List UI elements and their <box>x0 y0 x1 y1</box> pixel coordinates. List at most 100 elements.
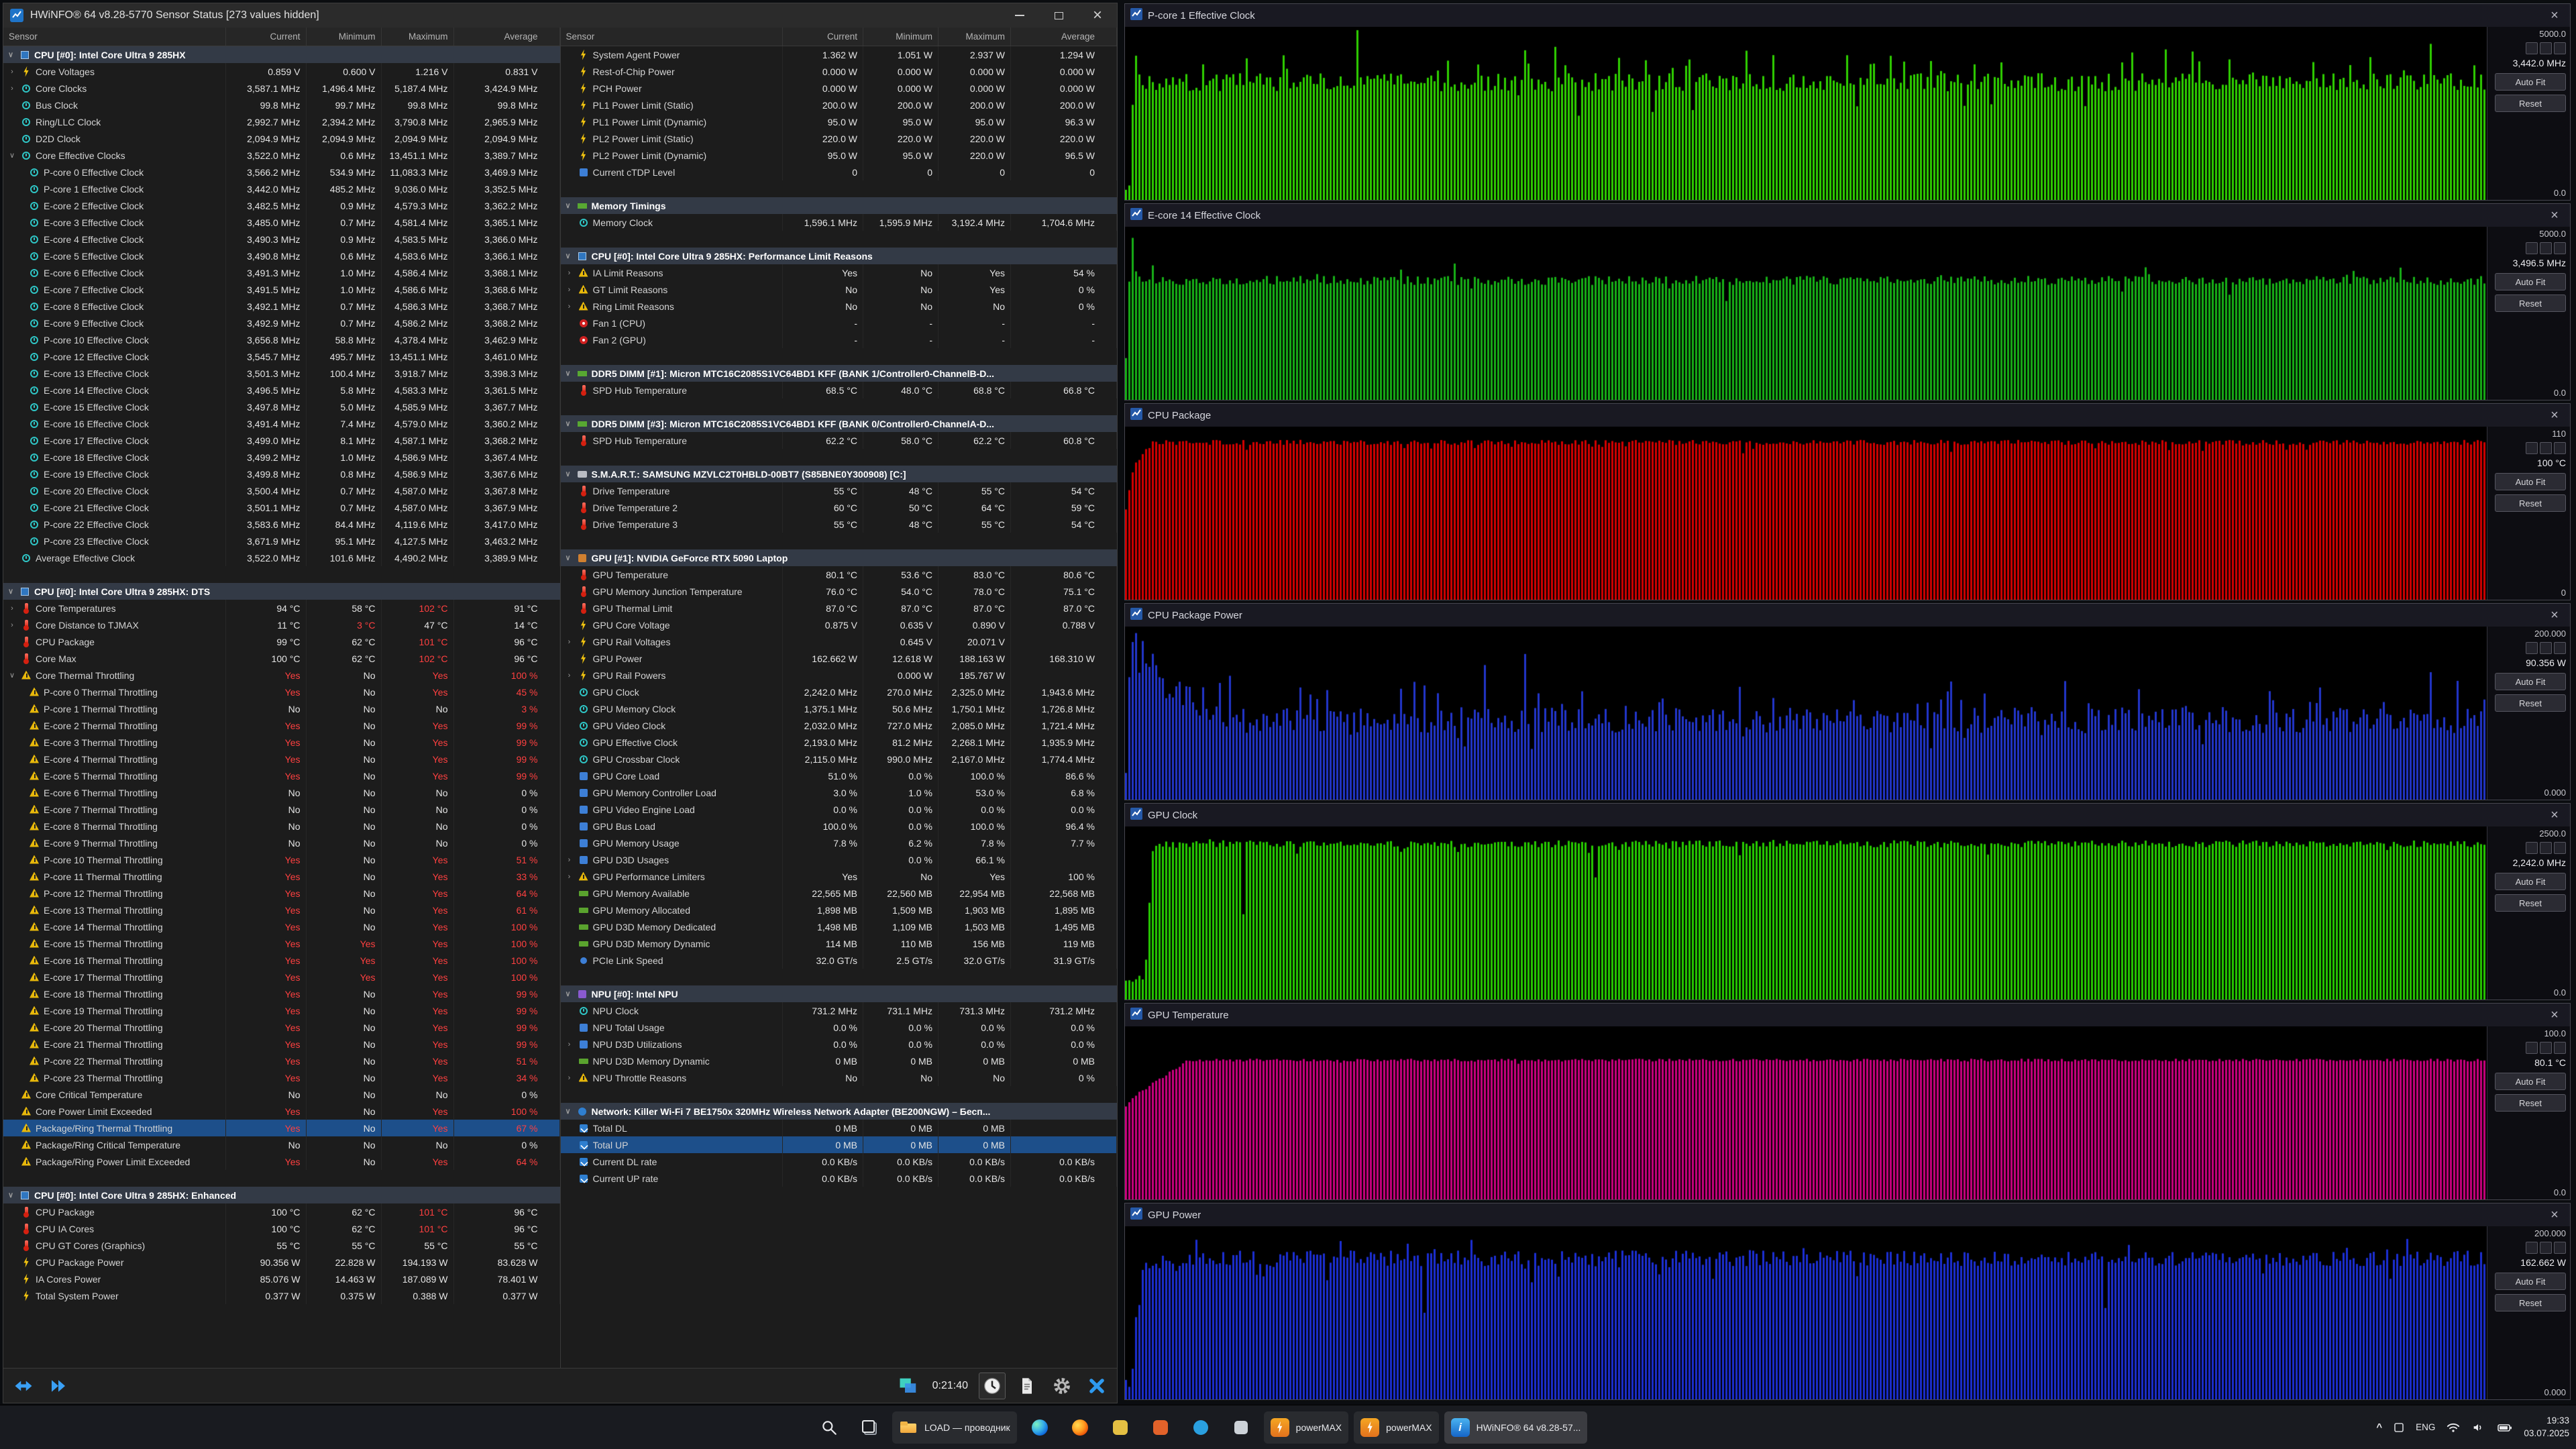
sensor-row[interactable]: ›NPU D3D Utilizations0.0 %0.0 %0.0 %0.0 … <box>561 1036 1118 1053</box>
sensor-row[interactable]: GPU Power162.662 W12.618 W188.163 W168.3… <box>561 650 1118 667</box>
graph-tool-icon[interactable] <box>2554 1242 2566 1254</box>
graph-tool-icon[interactable] <box>2540 42 2552 54</box>
sensor-row[interactable]: Fan 1 (CPU)---- <box>561 315 1118 331</box>
sensor-row[interactable]: P-core 1 Effective Clock3,442.0 MHz485.2… <box>3 180 560 197</box>
graph-tool-icon[interactable] <box>2540 1042 2552 1054</box>
graph-plot[interactable] <box>1125 1026 2487 1199</box>
column-header-average[interactable]: Average <box>1011 28 1117 46</box>
sensor-row[interactable]: Total DL0 MB0 MB0 MB <box>561 1120 1118 1136</box>
sensor-row[interactable]: SPD Hub Temperature68.5 °C48.0 °C68.8 °C… <box>561 382 1118 398</box>
column-header-average[interactable]: Average <box>454 28 560 46</box>
layout-icon[interactable] <box>895 1373 922 1399</box>
sensor-row[interactable]: Package/Ring Power Limit ExceededYesNoYe… <box>3 1153 560 1170</box>
sensor-row[interactable]: ›Core Clocks3,587.1 MHz1,496.4 MHz5,187.… <box>3 80 560 97</box>
sensor-row[interactable]: P-core 23 Effective Clock3,671.9 MHz95.1… <box>3 533 560 549</box>
volume-icon[interactable] <box>2471 1420 2486 1435</box>
sensor-row[interactable]: CPU Package Power90.356 W22.828 W194.193… <box>3 1254 560 1271</box>
graph-tool-icon[interactable] <box>2554 842 2566 854</box>
sensor-row[interactable]: GPU Memory Junction Temperature76.0 °C54… <box>561 583 1118 600</box>
graph-tool-icon[interactable] <box>2526 842 2538 854</box>
sensor-row[interactable]: P-core 0 Thermal ThrottlingYesNoYes45 % <box>3 684 560 700</box>
graph-close-button[interactable]: × <box>2544 8 2565 23</box>
column-header-maximum[interactable]: Maximum <box>938 28 1011 46</box>
sensor-row[interactable]: CPU Package99 °C62 °C101 °C96 °C <box>3 633 560 650</box>
sensor-row[interactable]: NPU Total Usage0.0 %0.0 %0.0 %0.0 % <box>561 1019 1118 1036</box>
settings-gear-icon[interactable] <box>1049 1373 1075 1399</box>
graph-tool-icon[interactable] <box>2540 842 2552 854</box>
tray-app-icon[interactable] <box>2393 1421 2405 1434</box>
sensor-row[interactable]: E-core 17 Effective Clock3,499.0 MHz8.1 … <box>3 432 560 449</box>
graph-tool-icon[interactable] <box>2540 242 2552 254</box>
auto-fit-button[interactable]: Auto Fit <box>2495 873 2566 890</box>
app-yellow-taskbar-button[interactable] <box>1103 1411 1138 1444</box>
graph-tool-icon[interactable] <box>2526 442 2538 454</box>
sensor-row[interactable]: Memory Clock1,596.1 MHz1,595.9 MHz3,192.… <box>561 214 1118 231</box>
sensor-row[interactable]: ∨Core Effective Clocks3,522.0 MHz0.6 MHz… <box>3 147 560 164</box>
sensor-row[interactable]: NPU D3D Memory Dynamic0 MB0 MB0 MB0 MB <box>561 1053 1118 1069</box>
column-header-current[interactable]: Current <box>226 28 307 46</box>
sensor-row[interactable]: E-core 17 Thermal ThrottlingYesYesYes100… <box>3 969 560 985</box>
sensor-row[interactable]: Package/Ring Thermal ThrottlingYesNoYes6… <box>3 1120 560 1136</box>
sensor-row[interactable]: P-core 22 Thermal ThrottlingYesNoYes51 % <box>3 1053 560 1069</box>
graph-close-button[interactable]: × <box>2544 1008 2565 1023</box>
graph-tool-icon[interactable] <box>2554 642 2566 654</box>
sensor-row[interactable]: P-core 1 Thermal ThrottlingNoNoNo3 % <box>3 700 560 717</box>
tree-toggle[interactable]: › <box>7 621 17 629</box>
sensor-row[interactable]: Total UP0 MB0 MB0 MB <box>561 1136 1118 1153</box>
sensor-row[interactable]: E-core 14 Effective Clock3,496.5 MHz5.8 … <box>3 382 560 398</box>
sensor-row[interactable]: ∨Core Thermal ThrottlingYesNoYes100 % <box>3 667 560 684</box>
app-orange-taskbar-button[interactable] <box>1143 1411 1178 1444</box>
sensor-group-header[interactable]: ∨DDR5 DIMM [#3]: Micron MTC16C2085S1VC64… <box>561 415 1118 432</box>
sensor-row[interactable]: Core Critical TemperatureNoNoNo0 % <box>3 1086 560 1103</box>
sensor-row[interactable]: E-core 3 Effective Clock3,485.0 MHz0.7 M… <box>3 214 560 231</box>
sensor-row[interactable]: GPU Memory Controller Load3.0 %1.0 %53.0… <box>561 784 1118 801</box>
start-taskbar-button[interactable] <box>771 1411 806 1444</box>
tree-toggle[interactable]: ∨ <box>7 151 17 160</box>
graph-tool-icon[interactable] <box>2554 1042 2566 1054</box>
sensor-row[interactable]: Current DL rate0.0 KB/s0.0 KB/s0.0 KB/s0… <box>561 1153 1118 1170</box>
sensor-group-header[interactable]: ∨CPU [#0]: Intel Core Ultra 9 285HX <box>3 46 560 63</box>
reset-button[interactable]: Reset <box>2495 1094 2566 1112</box>
column-header-maximum[interactable]: Maximum <box>382 28 454 46</box>
sensor-row[interactable]: P-core 12 Thermal ThrottlingYesNoYes64 % <box>3 885 560 902</box>
sensor-row[interactable]: E-core 4 Effective Clock3,490.3 MHz0.9 M… <box>3 231 560 248</box>
sensor-row[interactable]: Drive Temperature55 °C48 °C55 °C54 °C <box>561 482 1118 499</box>
sensor-row[interactable]: CPU IA Cores100 °C62 °C101 °C96 °C <box>3 1220 560 1237</box>
graph-tool-icon[interactable] <box>2540 1242 2552 1254</box>
sensor-row[interactable]: Core Max100 °C62 °C102 °C96 °C <box>3 650 560 667</box>
graph-plot[interactable] <box>1125 826 2487 1000</box>
sensor-row[interactable]: E-core 2 Effective Clock3,482.5 MHz0.9 M… <box>3 197 560 214</box>
sensor-row[interactable]: Ring/LLC Clock2,992.7 MHz2,394.2 MHz3,79… <box>3 113 560 130</box>
sensor-row[interactable]: ›GPU Rail Powers0.000 W185.767 W <box>561 667 1118 684</box>
sensor-row[interactable]: GPU Temperature80.1 °C53.6 °C83.0 °C80.6… <box>561 566 1118 583</box>
close-button[interactable]: × <box>1078 3 1117 28</box>
graph-close-button[interactable]: × <box>2544 808 2565 823</box>
tree-toggle[interactable]: › <box>7 68 17 76</box>
sensor-row[interactable]: GPU Memory Usage7.8 %6.2 %7.8 %7.7 % <box>561 835 1118 851</box>
tree-toggle[interactable]: › <box>565 672 574 680</box>
sensor-row[interactable]: ›GPU Performance LimitersYesNoYes100 % <box>561 868 1118 885</box>
graph-close-button[interactable]: × <box>2544 408 2565 423</box>
battery-icon[interactable] <box>2497 1419 2513 1436</box>
graph-tool-icon[interactable] <box>2526 42 2538 54</box>
sensor-row[interactable]: Total System Power0.377 W0.375 W0.388 W0… <box>3 1287 560 1304</box>
graph-titlebar[interactable]: P-core 1 Effective Clock× <box>1125 4 2570 27</box>
sensor-row[interactable]: P-core 23 Thermal ThrottlingYesNoYes34 % <box>3 1069 560 1086</box>
sensor-row[interactable]: SPD Hub Temperature62.2 °C58.0 °C62.2 °C… <box>561 432 1118 449</box>
powermax-taskbar-button[interactable]: powerMAX <box>1264 1411 1348 1444</box>
report-button[interactable] <box>1014 1373 1040 1399</box>
sensor-row[interactable]: PL2 Power Limit (Static)220.0 W220.0 W22… <box>561 130 1118 147</box>
tree-toggle[interactable]: › <box>565 873 574 881</box>
sensor-row[interactable]: E-core 13 Thermal ThrottlingYesNoYes61 % <box>3 902 560 918</box>
tree-toggle[interactable]: › <box>565 303 574 311</box>
sensor-row[interactable]: E-core 9 Thermal ThrottlingNoNoNo0 % <box>3 835 560 851</box>
sensor-row[interactable]: E-core 19 Effective Clock3,499.8 MHz0.8 … <box>3 466 560 482</box>
column-header-sensor[interactable]: Sensor <box>561 28 784 46</box>
sensor-row[interactable]: E-core 3 Thermal ThrottlingYesNoYes99 % <box>3 734 560 751</box>
sensor-row[interactable]: ›GPU Rail Voltages0.645 V20.071 V <box>561 633 1118 650</box>
sensor-row[interactable]: E-core 8 Effective Clock3,492.1 MHz0.7 M… <box>3 298 560 315</box>
graph-titlebar[interactable]: GPU Clock× <box>1125 804 2570 826</box>
graph-titlebar[interactable]: CPU Package Power× <box>1125 604 2570 627</box>
sensor-row[interactable]: E-core 15 Thermal ThrottlingYesYesYes100… <box>3 935 560 952</box>
reset-button[interactable]: Reset <box>2495 294 2566 312</box>
